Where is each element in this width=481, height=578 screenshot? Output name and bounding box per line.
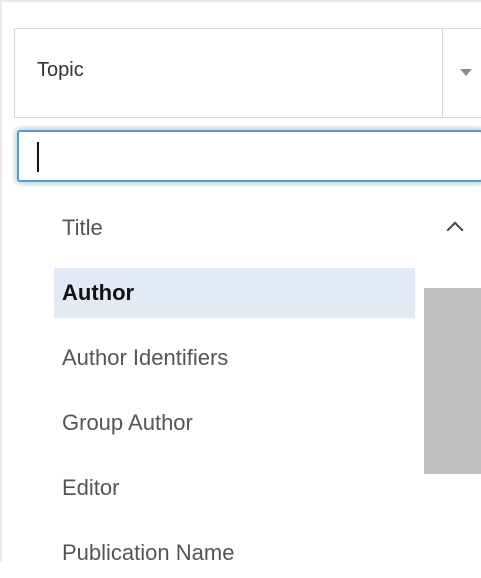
field-select[interactable]: Topic	[14, 29, 481, 118]
option-publication-name[interactable]: Publication Name	[54, 528, 415, 578]
dropdown-caret-icon[interactable]	[460, 69, 472, 76]
previous-row	[14, 2, 481, 29]
select-value: Topic	[37, 59, 84, 81]
option-editor[interactable]: Editor	[54, 463, 415, 513]
dropdown-search-input[interactable]	[17, 130, 481, 182]
option-author[interactable]: Author	[54, 268, 415, 318]
option-group-author[interactable]: Group Author	[54, 398, 415, 448]
scrollbar-thumb[interactable]	[424, 288, 481, 474]
option-title[interactable]: Title	[54, 203, 415, 253]
text-cursor	[37, 142, 39, 172]
select-divider	[442, 29, 443, 117]
option-author-identifiers[interactable]: Author Identifiers	[54, 333, 415, 383]
